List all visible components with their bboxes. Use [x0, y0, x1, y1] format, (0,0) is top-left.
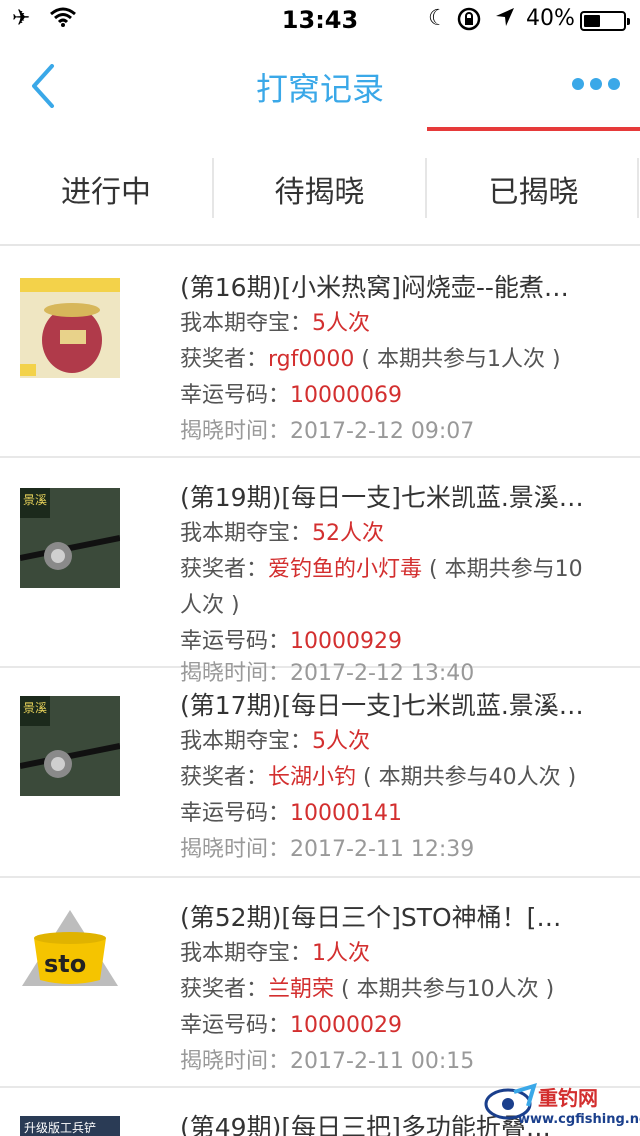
svg-text:景溪: 景溪: [23, 701, 47, 715]
moon-icon: ☾: [428, 6, 448, 31]
battery-icon: [580, 11, 630, 31]
lucky-number-value: 10000029: [290, 1013, 402, 1038]
winner-name[interactable]: 兰朝荣: [268, 977, 334, 1002]
watermark: 重钓网 www.cgfishing.net: [484, 1080, 640, 1136]
reveal-time-value: 2017-2-11 12:39: [290, 837, 475, 862]
lucky-number-label: 幸运号码：: [180, 801, 291, 826]
my-count-label: 我本期夺宝：: [180, 521, 313, 546]
winner-label: 获奖者：: [180, 977, 269, 1002]
my-count-value: 5人次: [312, 311, 371, 336]
list-item[interactable]: 景溪 (第17期)[每日一支]七米凯蓝.景溪… 我本期夺宝：5人次 获奖者：长湖…: [0, 666, 640, 878]
lucky-number-label: 幸运号码：: [180, 383, 291, 408]
winner-label: 获奖者：: [180, 765, 269, 790]
watermark-name: 重钓网: [538, 1086, 598, 1110]
lucky-number-value: 10000069: [290, 383, 402, 408]
tab-pending[interactable]: 待揭晓: [213, 132, 426, 246]
watermark-url: www.cgfishing.net: [518, 1112, 640, 1127]
winner-name[interactable]: rgf0000: [268, 347, 354, 372]
product-image: [20, 278, 120, 378]
participation-note-cont: 人次 ): [180, 593, 240, 618]
svg-text:景溪: 景溪: [23, 493, 47, 507]
my-count-label: 我本期夺宝：: [180, 941, 313, 966]
product-image: 景溪: [20, 696, 120, 796]
tab-in-progress[interactable]: 进行中: [0, 132, 212, 246]
reveal-time-label: 揭晓时间：: [180, 419, 291, 444]
participation-note: ( 本期共参与1人次 ): [361, 347, 561, 372]
svg-text:sto: sto: [44, 950, 86, 978]
product-image: sto: [20, 908, 120, 1008]
winner-name[interactable]: 长湖小钓: [268, 765, 356, 790]
winner-name[interactable]: 爱钓鱼的小灯毒: [268, 557, 422, 582]
reveal-time-value: 2017-2-12 09:07: [290, 419, 475, 444]
my-count-value: 52人次: [312, 521, 385, 546]
lucky-number-label: 幸运号码：: [180, 1013, 291, 1038]
status-bar: ✈ 13:43 ☾ 40%: [0, 0, 640, 40]
my-count-label: 我本期夺宝：: [180, 311, 313, 336]
participation-note: ( 本期共参与10人次 ): [341, 977, 555, 1002]
tab-active-indicator: [427, 127, 640, 131]
record-title: (第19期)[每日一支]七米凯蓝.景溪…: [180, 483, 584, 512]
more-dots-icon[interactable]: [568, 78, 624, 92]
list-item[interactable]: sto (第52期)[每日三个]STO神桶！[… 我本期夺宝：1人次 获奖者：兰…: [0, 878, 640, 1088]
svg-text:升级版工兵铲: 升级版工兵铲: [24, 1120, 96, 1135]
reveal-time-value: 2017-2-11 00:15: [290, 1049, 475, 1074]
rotation-lock-icon: [456, 6, 482, 38]
list-item[interactable]: (第16期)[小米热窝]闷烧壶--能煮… 我本期夺宝：5人次 获奖者：rgf00…: [0, 248, 640, 458]
record-title: (第16期)[小米热窝]闷烧壶--能煮…: [180, 273, 569, 302]
participation-note: ( 本期共参与10: [429, 557, 583, 582]
my-count-label: 我本期夺宝：: [180, 729, 313, 754]
product-image: 升级版工兵铲: [20, 1116, 120, 1136]
record-title: (第52期)[每日三个]STO神桶！[…: [180, 903, 562, 932]
nav-bar: 打窝记录: [0, 40, 640, 130]
reveal-time-label: 揭晓时间：: [180, 837, 291, 862]
location-icon: [494, 6, 516, 34]
my-count-value: 1人次: [312, 941, 371, 966]
product-image: 景溪: [20, 488, 120, 588]
winner-label: 获奖者：: [180, 347, 269, 372]
tab-revealed[interactable]: 已揭晓: [427, 132, 640, 246]
lucky-number-value: 10000929: [290, 629, 402, 654]
my-count-value: 5人次: [312, 729, 371, 754]
lucky-number-value: 10000141: [290, 801, 402, 826]
record-title: (第17期)[每日一支]七米凯蓝.景溪…: [180, 691, 584, 720]
tab-divider: [637, 158, 639, 218]
page-title: 打窝记录: [255, 70, 384, 108]
lucky-number-label: 幸运号码：: [180, 629, 291, 654]
battery-percent: 40%: [526, 6, 575, 31]
winner-label: 获奖者：: [180, 557, 269, 582]
tab-bar: 进行中 待揭晓 已揭晓: [0, 132, 640, 246]
reveal-time-label: 揭晓时间：: [180, 1049, 291, 1074]
participation-note: ( 本期共参与40人次 ): [363, 765, 577, 790]
list-item[interactable]: 景溪 (第19期)[每日一支]七米凯蓝.景溪… 我本期夺宝：52人次 获奖者：爱…: [0, 458, 640, 686]
